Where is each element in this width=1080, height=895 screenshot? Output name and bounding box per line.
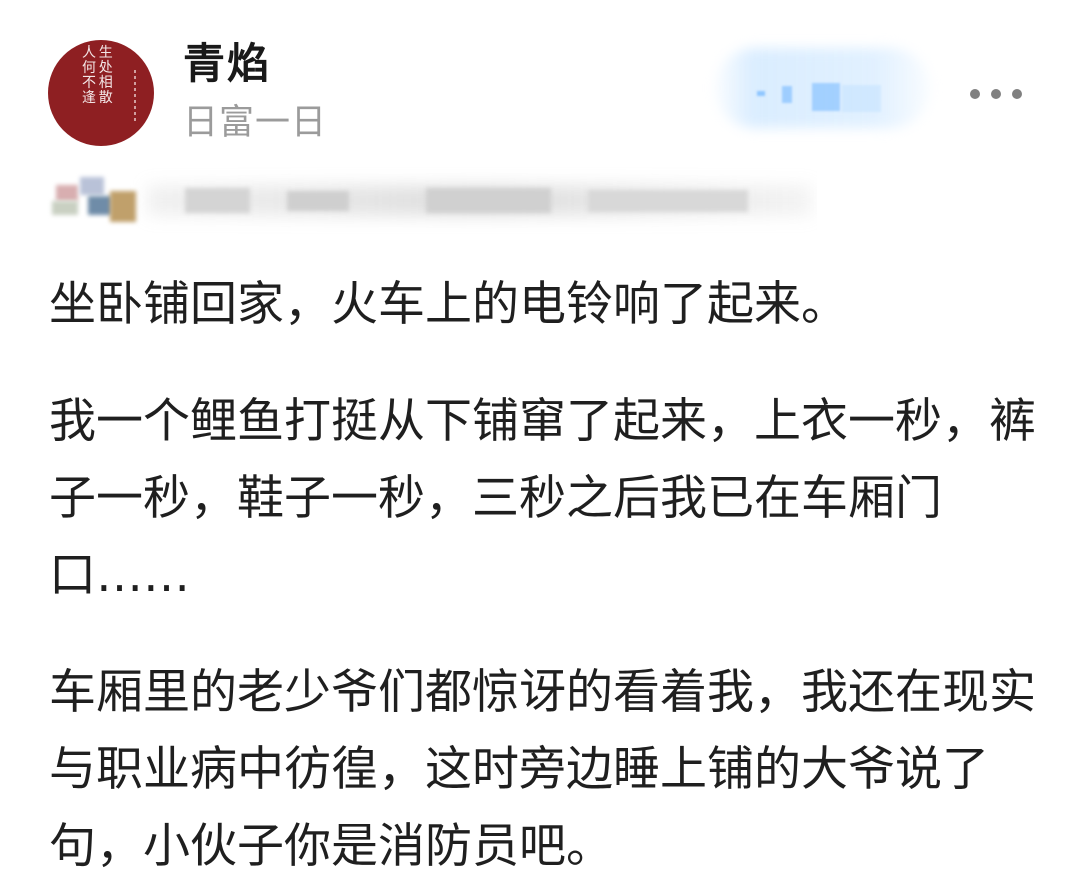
avatar[interactable]: 人 生 何 处 不 相 逢 散	[48, 40, 154, 146]
blurred-follow-detail	[842, 85, 881, 112]
blurred-metadata-pixel	[88, 196, 112, 215]
more-dot-icon	[1012, 89, 1022, 99]
post-paragraph-1: 坐卧铺回家，火车上的电铃响了起来。	[49, 277, 848, 332]
post-paragraph-2: 我一个鲤鱼打挺从下铺窜了起来，上衣一秒，裤子一秒，鞋子一秒，三秒之后我已在车厢门…	[49, 394, 1036, 603]
more-dot-icon	[970, 89, 980, 99]
username[interactable]: 青焰	[183, 38, 271, 90]
blurred-post-metadata	[42, 165, 817, 235]
more-dot-icon	[991, 89, 1001, 99]
blurred-metadata-pixel	[426, 188, 551, 213]
blurred-metadata-pixel	[588, 190, 748, 212]
more-horizontal-icon[interactable]	[964, 76, 1028, 112]
blurred-follow-detail	[757, 91, 765, 96]
blurred-metadata-pixel	[52, 201, 78, 215]
blurred-follow-detail	[782, 86, 792, 103]
blurred-follow-detail	[812, 83, 840, 111]
blurred-metadata-pixel	[287, 191, 349, 211]
avatar-decoration	[134, 70, 136, 122]
blurred-metadata-pixel	[56, 185, 78, 201]
blurred-metadata-pixel	[80, 177, 104, 195]
blurred-metadata-pixel	[185, 188, 250, 213]
user-subtitle: 日富一日	[183, 103, 328, 143]
blurred-metadata-pixel	[110, 191, 136, 222]
post-paragraph-3: 车厢里的老少爷们都惊讶的看着我，我还在现实与职业病中彷徨，这时旁边睡上铺的大爷说…	[49, 665, 1036, 874]
avatar-calligraphy-text: 人 生 何 处 不 相 逢 散	[82, 45, 113, 106]
